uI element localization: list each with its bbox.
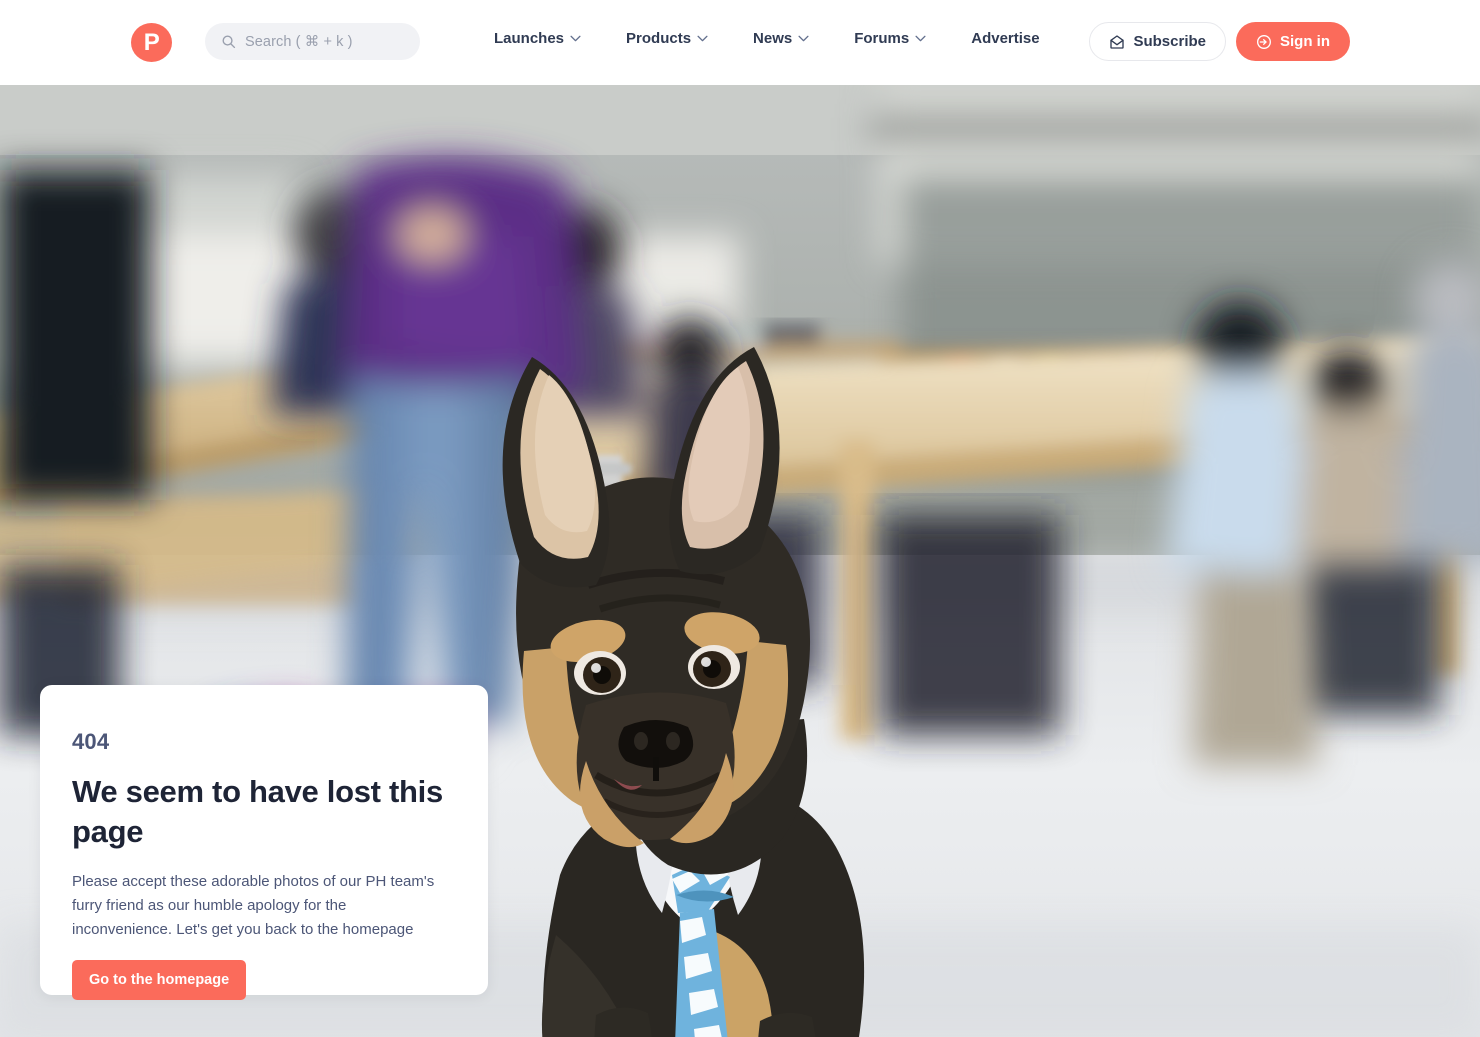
main-nav: Launches Products News Forums Advertise — [494, 30, 1040, 47]
search-icon — [222, 35, 236, 49]
sign-in-label: Sign in — [1280, 33, 1330, 50]
nav-item-news[interactable]: News — [753, 30, 809, 47]
chevron-down-icon — [697, 35, 708, 42]
header-actions: Subscribe Sign in — [1089, 22, 1350, 61]
chevron-down-icon — [915, 35, 926, 42]
site-header: P Search ( ⌘ + k ) Launches Products New… — [0, 0, 1480, 85]
nav-item-products[interactable]: Products — [626, 30, 708, 47]
product-hunt-logo[interactable]: P — [131, 23, 172, 62]
error-body: Please accept these adorable photos of o… — [72, 872, 435, 938]
go-to-homepage-button[interactable]: Go to the homepage — [72, 959, 247, 1000]
nav-label-news: News — [753, 30, 793, 47]
envelope-open-icon — [1110, 34, 1125, 49]
chevron-down-icon — [570, 35, 581, 42]
sign-in-button[interactable]: Sign in — [1236, 22, 1350, 61]
nav-item-advertise[interactable]: Advertise — [971, 30, 1039, 47]
subscribe-button[interactable]: Subscribe — [1089, 22, 1226, 61]
sign-in-arrow-icon — [1257, 34, 1271, 49]
logo-letter: P — [143, 28, 160, 56]
search-input[interactable]: Search ( ⌘ + k ) — [205, 23, 420, 60]
chevron-down-icon — [798, 35, 809, 42]
nav-item-launches[interactable]: Launches — [494, 30, 581, 47]
nav-label-advertise: Advertise — [971, 30, 1040, 47]
search-placeholder: Search ( ⌘ + k ) — [245, 33, 353, 50]
subscribe-label: Subscribe — [1133, 33, 1206, 50]
error-card: 404 We seem to have lost this page Pleas… — [40, 685, 488, 1000]
nav-label-products: Products — [626, 30, 692, 47]
nav-label-launches: Launches — [494, 30, 565, 47]
nav-item-forums[interactable]: Forums — [854, 30, 926, 47]
error-title: We seem to have lost this page — [72, 774, 443, 850]
error-code: 404 — [72, 729, 110, 754]
nav-label-forums: Forums — [854, 30, 910, 47]
